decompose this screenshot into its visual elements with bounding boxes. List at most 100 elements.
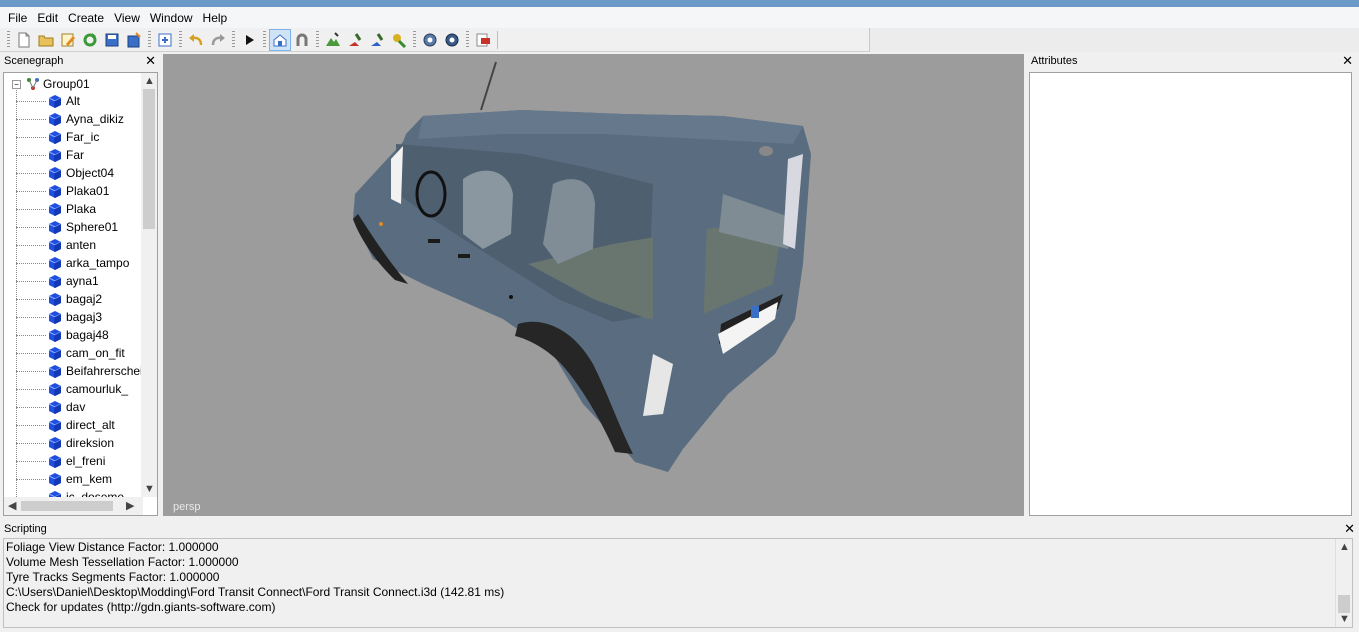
tree-item[interactable]: bagaj2 — [4, 290, 143, 308]
save-icon[interactable] — [101, 29, 123, 51]
tree-item[interactable]: Ayna_dikiz — [4, 110, 143, 128]
menu-file[interactable]: File — [3, 8, 32, 28]
tree-item[interactable]: anten — [4, 236, 143, 254]
menu-window[interactable]: Window — [145, 8, 198, 28]
tree-item-label: Ayna_dikiz — [66, 112, 124, 126]
tree-item[interactable]: Sphere01 — [4, 218, 143, 236]
foliage-tool-icon[interactable] — [366, 29, 388, 51]
console-line: Tyre Tracks Segments Factor: 1.000000 — [6, 570, 220, 584]
import-icon[interactable] — [154, 29, 176, 51]
tree-item[interactable]: camourluk_ — [4, 380, 143, 398]
tree-item-label: Far_ic — [66, 130, 100, 144]
scrollbar-thumb[interactable] — [21, 501, 113, 511]
save-as-icon[interactable] — [123, 29, 145, 51]
tree-item[interactable]: Object04 — [4, 164, 143, 182]
toolbar-grip[interactable] — [413, 30, 416, 49]
toolbar-grip[interactable] — [316, 30, 319, 49]
toolbar-grip[interactable] — [263, 30, 266, 49]
attributes-close-icon[interactable]: ✕ — [1342, 52, 1353, 69]
scripting-console[interactable]: Foliage View Distance Factor: 1.000000 V… — [3, 538, 1353, 628]
refresh-icon[interactable] — [79, 29, 101, 51]
undo-icon[interactable] — [185, 29, 207, 51]
scroll-up-icon[interactable]: ▲ — [1339, 540, 1350, 554]
scenegraph-title: Scenegraph — [4, 55, 64, 67]
tree-item[interactable]: Far_ic — [4, 128, 143, 146]
mesh-cube-icon — [48, 95, 62, 108]
van-3d-model — [353, 61, 811, 472]
toolbar-grip[interactable] — [7, 30, 10, 49]
tree-item[interactable]: direksion — [4, 434, 143, 452]
mesh-cube-icon — [48, 275, 62, 288]
tree-item[interactable]: cam_on_fit — [4, 344, 143, 362]
scenegraph-vscrollbar[interactable]: ▲ ▼ — [141, 73, 157, 497]
tree-item-label: Plaka — [66, 202, 97, 216]
tree-connector — [16, 443, 46, 444]
menu-create[interactable]: Create — [63, 8, 109, 28]
tree-item[interactable]: Alt — [4, 92, 143, 110]
toolbar-grip[interactable] — [148, 30, 151, 49]
scripting-vscrollbar[interactable]: ▲ ▼ — [1335, 539, 1352, 627]
attributes-title: Attributes — [1031, 55, 1078, 67]
scroll-down-icon[interactable]: ▼ — [1339, 612, 1350, 626]
tree-item[interactable]: Plaka01 — [4, 182, 143, 200]
scroll-up-icon[interactable]: ▲ — [144, 74, 155, 88]
placement-tool-icon[interactable] — [388, 29, 410, 51]
attributes-panel — [1029, 72, 1352, 516]
mesh-cube-icon — [48, 257, 62, 270]
scroll-right-icon[interactable]: ▶ — [126, 499, 134, 513]
menu-help[interactable]: Help — [198, 8, 233, 28]
toolbar-grip[interactable] — [179, 30, 182, 49]
tree-item[interactable]: el_freni — [4, 452, 143, 470]
collapse-icon[interactable]: − — [12, 79, 21, 89]
toolbar-separator — [497, 30, 498, 49]
settings-gear-alt-icon[interactable] — [441, 29, 463, 51]
tree-item[interactable]: arka_tampo — [4, 254, 143, 272]
magnet-icon[interactable] — [291, 29, 313, 51]
toolbar-grip[interactable] — [466, 30, 469, 49]
tree-connector — [16, 479, 46, 480]
tree-connector — [16, 407, 46, 408]
tree-item[interactable]: dav — [4, 398, 143, 416]
scripting-close-icon[interactable]: ✕ — [1344, 520, 1355, 537]
tree-item[interactable]: Beifahrerschei — [4, 362, 143, 380]
mesh-cube-icon — [48, 293, 62, 306]
tree-item[interactable]: Plaka — [4, 200, 143, 218]
tree-connector — [16, 335, 46, 336]
3d-viewport[interactable]: persp — [163, 54, 1024, 516]
settings-gear-icon[interactable] — [419, 29, 441, 51]
tree-item-label: cam_on_fit — [66, 346, 125, 360]
export-icon[interactable] — [472, 29, 494, 51]
tree-item[interactable]: ayna1 — [4, 272, 143, 290]
menu-edit[interactable]: Edit — [32, 8, 63, 28]
redo-icon[interactable] — [207, 29, 229, 51]
toolbar-grip[interactable] — [232, 30, 235, 49]
tree-item[interactable]: bagaj48 — [4, 326, 143, 344]
scenegraph-hscrollbar[interactable]: ◀ ▶ — [4, 497, 143, 515]
tree-item[interactable]: direct_alt — [4, 416, 143, 434]
terrain-tool-icon[interactable] — [322, 29, 344, 51]
tree-connector — [16, 299, 46, 300]
play-icon[interactable] — [238, 29, 260, 51]
new-file-icon[interactable] — [13, 29, 35, 51]
paint-tool-icon[interactable] — [344, 29, 366, 51]
scroll-down-icon[interactable]: ▼ — [144, 482, 155, 496]
tree-connector — [16, 191, 46, 192]
tree-item[interactable]: em_kem — [4, 470, 143, 488]
open-folder-icon[interactable] — [35, 29, 57, 51]
scroll-left-icon[interactable]: ◀ — [8, 499, 16, 513]
tree-item-label: ayna1 — [66, 274, 99, 288]
tree-root-node[interactable]: − Group01 — [12, 76, 90, 92]
scrollbar-thumb[interactable] — [1338, 595, 1350, 613]
edit-icon[interactable] — [57, 29, 79, 51]
tree-root-label: Group01 — [43, 77, 90, 91]
scrollbar-thumb[interactable] — [143, 89, 155, 229]
home-camera-icon[interactable] — [269, 28, 291, 51]
tree-connector — [16, 389, 46, 390]
scenegraph-close-icon[interactable]: ✕ — [145, 52, 156, 69]
tree-item[interactable]: Far — [4, 146, 143, 164]
mesh-cube-icon — [48, 185, 62, 198]
tree-item[interactable]: bagaj3 — [4, 308, 143, 326]
tree-item-label: anten — [66, 238, 97, 252]
mesh-cube-icon — [48, 365, 62, 378]
menu-view[interactable]: View — [109, 8, 145, 28]
